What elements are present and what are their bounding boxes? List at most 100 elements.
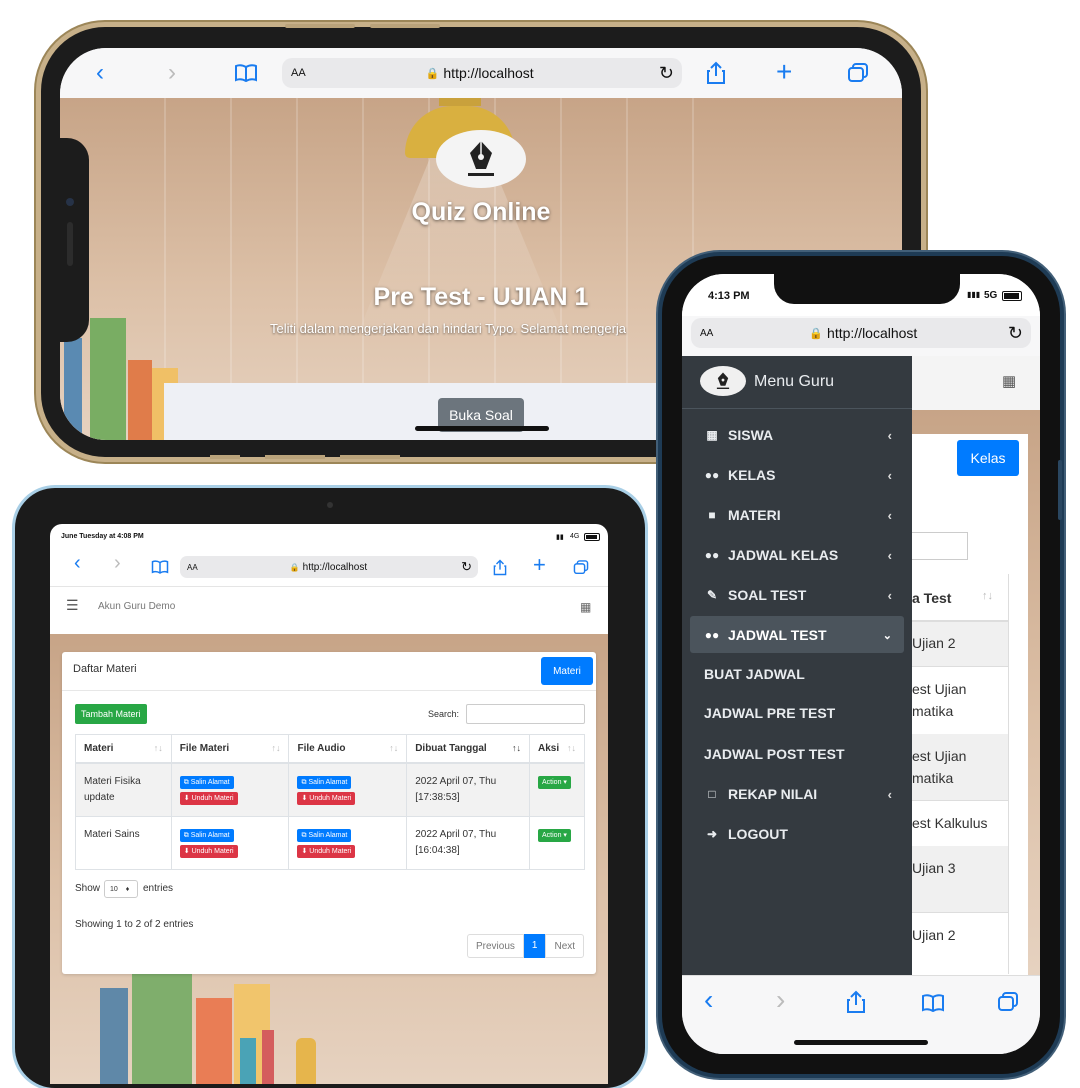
phone-notch (774, 274, 960, 304)
safari-toolbar: ‹ › AA 🔒 http://localhost ↻ + (60, 48, 902, 98)
sidebar-item-materi[interactable]: ■ MATERI ‹ (682, 496, 912, 534)
reload-icon[interactable]: ↻ (659, 63, 674, 84)
new-tab-icon[interactable]: + (776, 56, 792, 88)
url-bar[interactable]: AA 🔒 http://localhost ↻ (180, 556, 478, 578)
tablet-status-signal: ▮▮ (556, 534, 564, 541)
tablet-screen: June Tuesday at 4:08 PM ▮▮ 4G ‹ › AA 🔒 h… (50, 524, 608, 1084)
copy-link-button[interactable]: ⧉ Salin Alamat (179, 829, 234, 842)
new-tab-icon[interactable]: + (533, 552, 546, 578)
column-header[interactable]: File Materi ↑↓ (170, 734, 290, 764)
quiz-card (164, 383, 658, 440)
submenu-buat-jadwal[interactable]: BUAT JADWAL (704, 666, 805, 682)
back-icon[interactable]: ‹ (704, 984, 713, 1016)
share-icon[interactable] (493, 559, 507, 576)
copy-link-button[interactable]: ⧉ Salin Alamat (179, 776, 234, 789)
search-label: Search: (428, 709, 460, 719)
sidebar-brand[interactable]: Menu Guru (682, 356, 912, 409)
sort-icon[interactable]: ↑↓ (982, 590, 993, 602)
users-icon: ●● (704, 628, 720, 642)
download-button[interactable]: ⬇ Unduh Materi (179, 792, 238, 805)
tabs-icon[interactable] (997, 992, 1019, 1012)
pagination-page[interactable]: 1 (523, 934, 546, 958)
sort-icon[interactable]: ↑↓ (567, 743, 576, 753)
forward-icon[interactable]: › (114, 552, 121, 575)
grid-icon[interactable]: ▦ (580, 600, 591, 614)
download-button[interactable]: ⬇ Unduh Materi (297, 792, 356, 805)
back-icon[interactable]: ‹ (96, 59, 104, 87)
portrait-phone-screen: 4:13 PM ▮▮▮ 5G AA 🔒 http://localhost ↻ ▦… (682, 274, 1040, 1054)
sidebar-item-logout[interactable]: ➜ LOGOUT (682, 815, 912, 853)
action-cell: Action ▾ (529, 816, 585, 870)
safari-bottom-toolbar: ‹ › (682, 975, 1040, 1054)
materi-button[interactable]: Materi (541, 657, 593, 685)
url-bar[interactable]: AA 🔒 http://localhost ↻ (282, 58, 682, 88)
materi-table: Materi ↑↓ File Materi ↑↓ File Audio ↑↓ Dibu… (75, 734, 585, 870)
search-input[interactable] (912, 532, 968, 560)
back-icon[interactable]: ‹ (74, 552, 81, 575)
add-materi-button[interactable]: Tambah Materi (75, 704, 147, 724)
home-indicator (415, 426, 549, 431)
card-header: Daftar Materi Materi (62, 652, 596, 691)
text-size-button[interactable]: AA (291, 67, 306, 79)
app-header: ▦ (912, 356, 1040, 410)
sidebar-item-kelas[interactable]: ●● KELAS ‹ (682, 456, 912, 494)
sort-icon[interactable]: ↑↓ (271, 743, 280, 753)
copy-link-button[interactable]: ⧉ Salin Alamat (297, 776, 352, 789)
test-instruction: Teliti dalam mengerjakan dan hindari Typ… (270, 321, 627, 336)
column-header[interactable]: a Test ↑↓ (912, 574, 1008, 622)
reload-icon[interactable]: ↻ (461, 559, 472, 575)
sort-icon[interactable]: ↑↓ (154, 743, 163, 753)
column-header[interactable]: Materi ↑↓ (75, 734, 172, 764)
header-username[interactable]: Akun Guru Demo (98, 601, 175, 612)
bookmarks-icon[interactable] (151, 560, 169, 574)
created-date: 2022 April 07, Thu [17:38:53] (406, 762, 531, 817)
submenu-jadwal-post-test[interactable]: JADWAL POST TEST (704, 746, 845, 762)
action-dropdown[interactable]: Action ▾ (538, 829, 571, 842)
pencil (240, 1038, 256, 1084)
pagination-next[interactable]: Next (545, 934, 585, 958)
sidebar-item-jadwal-kelas[interactable]: ●● JADWAL KELAS ‹ (682, 536, 912, 574)
sidebar-item-soal-test[interactable]: ✎ SOAL TEST ‹ (682, 576, 912, 614)
landscape-notch (59, 138, 89, 342)
tabs-icon[interactable] (847, 63, 869, 83)
grid-icon[interactable]: ▦ (1002, 372, 1016, 390)
table-row: est Ujian matika (912, 666, 1008, 735)
submenu-jadwal-pre-test[interactable]: JADWAL PRE TEST (704, 705, 835, 721)
copy-link-button[interactable]: ⧉ Salin Alamat (297, 829, 352, 842)
text-size-button[interactable]: AA (187, 563, 198, 572)
share-icon[interactable] (846, 990, 866, 1014)
forward-icon[interactable]: › (168, 59, 176, 87)
pagination-previous[interactable]: Previous (467, 934, 524, 958)
side-button (265, 455, 325, 459)
forward-icon[interactable]: › (776, 984, 785, 1016)
chevron-left-icon: ‹ (887, 427, 892, 443)
bookmarks-icon[interactable] (234, 64, 258, 82)
column-header[interactable]: Dibuat Tanggal ↑↓ (406, 734, 531, 764)
sort-icon[interactable]: ↑↓ (389, 743, 398, 753)
url-bar[interactable]: AA 🔒 http://localhost ↻ (691, 318, 1031, 348)
book (128, 360, 152, 440)
column-header[interactable]: File Audio ↑↓ (288, 734, 408, 764)
action-dropdown[interactable]: Action ▾ (538, 776, 571, 789)
sidebar-item-siswa[interactable]: ▦ SISWA ‹ (682, 416, 912, 454)
file-materi-cell: ⧉ Salin Alamat ⬇ Unduh Materi (170, 762, 290, 817)
tabs-icon[interactable] (573, 560, 589, 575)
table-info: Showing 1 to 2 of 2 entries (75, 919, 194, 930)
sort-desc-icon[interactable]: ↑↓ (512, 743, 521, 753)
column-header[interactable]: Aksi ↑↓ (529, 734, 585, 764)
search-input[interactable] (466, 704, 585, 724)
sidebar-item-rekap-nilai[interactable]: □ REKAP NILAI ‹ (682, 775, 912, 813)
kelas-button[interactable]: Kelas (957, 440, 1019, 476)
volume-button (370, 24, 440, 28)
download-button[interactable]: ⬇ Unduh Materi (179, 845, 238, 858)
hamburger-icon[interactable]: ☰ (66, 597, 79, 614)
lock-icon: 🔒 (425, 67, 440, 80)
entries-select[interactable]: 10 ♦ (104, 880, 138, 898)
chevron-left-icon: ‹ (887, 507, 892, 523)
reload-icon[interactable]: ↻ (1008, 323, 1023, 344)
sidebar-item-jadwal-test[interactable]: ●● JADWAL TEST ⌄ (682, 616, 912, 654)
download-button[interactable]: ⬇ Unduh Materi (297, 845, 356, 858)
text-size-button[interactable]: AA (700, 328, 713, 339)
share-icon[interactable] (706, 61, 726, 85)
bookmarks-icon[interactable] (921, 994, 945, 1012)
